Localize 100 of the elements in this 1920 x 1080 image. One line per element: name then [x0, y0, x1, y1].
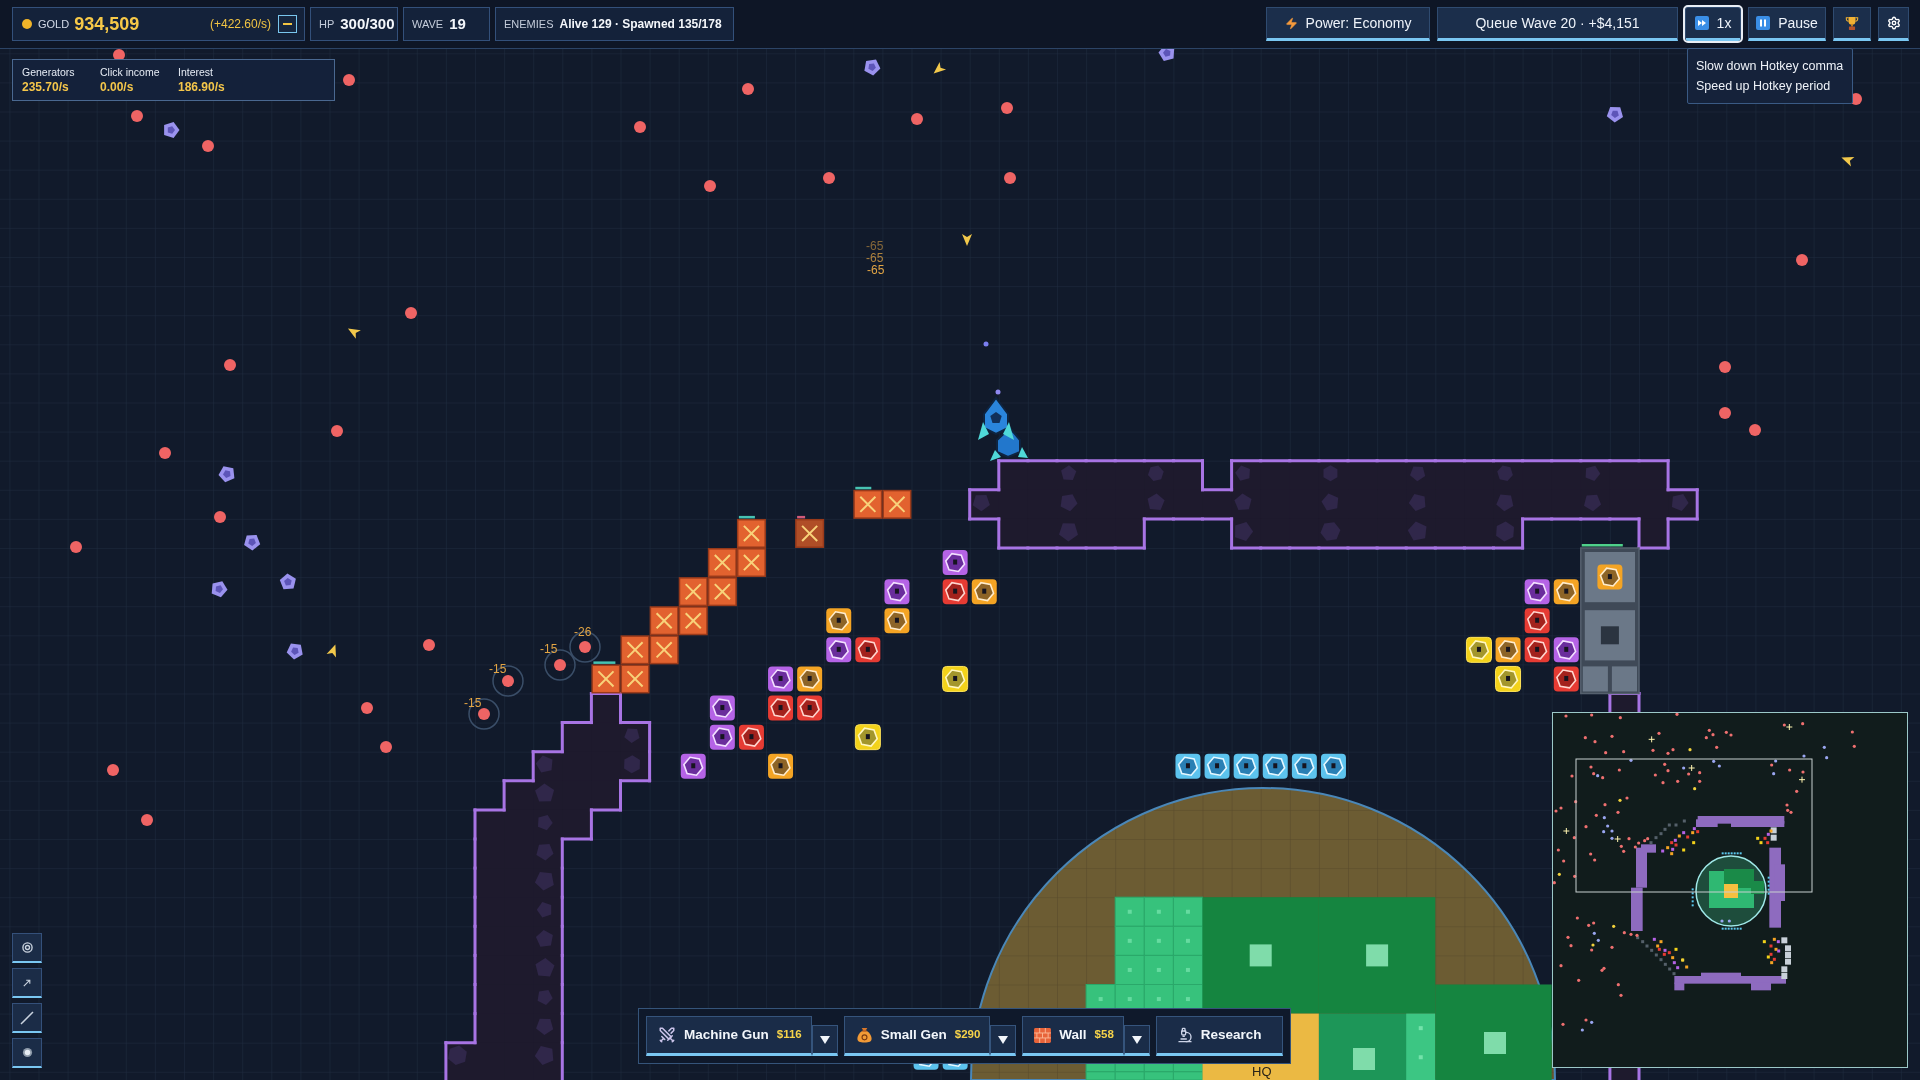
health-bar — [738, 515, 755, 519]
pentagon-enemy — [1606, 107, 1623, 123]
enemy-dot — [331, 425, 343, 437]
turret-tile — [1524, 637, 1550, 663]
wall-tile — [649, 635, 679, 665]
health-bar — [593, 661, 616, 664]
currency-label: GOLD — [38, 16, 70, 32]
turret-tile — [854, 724, 881, 751]
enemy-dot — [634, 121, 646, 133]
power-mode-button[interactable]: Power: Economy — [1266, 7, 1430, 41]
enemy-dot — [159, 447, 171, 459]
turret-tile — [1524, 579, 1550, 605]
currency-amount: 934,509 — [74, 12, 140, 36]
line-icon — [20, 1010, 34, 1025]
collapse-button[interactable] — [278, 15, 297, 33]
enemy-dot — [380, 741, 392, 753]
stat-value: Alive 129 · Spawned 135/178 — [559, 16, 722, 33]
enemy-dot — [478, 708, 490, 720]
turret-tile — [942, 579, 968, 605]
enemy-dot — [131, 110, 143, 122]
damage-number: -65 — [866, 240, 884, 252]
projectile-dot — [983, 341, 989, 347]
turret-tile — [1465, 636, 1492, 663]
health-bar — [1581, 544, 1623, 547]
money-bag-icon — [855, 1026, 873, 1044]
dropdown-button[interactable] — [1123, 1025, 1150, 1056]
tooltip-line: Speed up Hotkey period — [1696, 78, 1832, 95]
settings-button[interactable] — [1878, 7, 1909, 41]
damage-number: -26 — [574, 626, 592, 638]
turret-tile — [1524, 608, 1550, 634]
wall-tile — [620, 664, 650, 694]
turret-tile — [826, 637, 852, 663]
turret-tile — [1175, 753, 1201, 779]
crossed-swords-icon — [658, 1026, 676, 1044]
turret-tile — [1553, 637, 1579, 663]
enemy-dot — [141, 814, 153, 826]
small-gen-button[interactable]: Small Gen $290 — [843, 1016, 991, 1056]
turret-tile — [971, 579, 997, 605]
income-rate: (+422.60/s) — [209, 16, 271, 33]
speed-button[interactable]: 1x — [1685, 7, 1741, 41]
health-bar — [855, 486, 872, 490]
trophy-button[interactable] — [1833, 7, 1871, 41]
turret-tile — [942, 550, 968, 576]
damage-number: -65 — [867, 264, 885, 276]
wall-tile — [678, 606, 708, 636]
stat-label: ENEMIES — [504, 16, 554, 32]
arrowhead-enemy — [326, 644, 336, 658]
queue-wave-button[interactable]: Queue Wave 20 · +$4,151 — [1437, 7, 1678, 41]
dropdown-button[interactable] — [811, 1025, 838, 1056]
map-tool-button[interactable] — [12, 933, 42, 963]
turret-tile — [768, 695, 794, 721]
circle-dot-icon — [21, 1047, 33, 1058]
research-button[interactable]: Research — [1155, 1016, 1283, 1056]
enemy-dot — [823, 172, 835, 184]
pentagon-enemy — [864, 59, 881, 76]
income-value: 235.70/s — [22, 79, 70, 95]
wall-button[interactable]: Wall $58 — [1022, 1016, 1124, 1056]
pentagon-enemy — [164, 121, 180, 139]
tooltip-line: Slow down Hotkey comma — [1696, 58, 1844, 75]
map-tool-button[interactable] — [12, 968, 42, 998]
turret-tile — [942, 665, 969, 692]
damage-number: -15 — [489, 663, 507, 675]
turret-tile — [884, 579, 910, 605]
enemy-dot — [1004, 172, 1016, 184]
wall-tile — [736, 518, 766, 548]
damage-number: -65 — [866, 252, 884, 264]
enemy-dot — [70, 541, 82, 553]
enemy-dot — [1749, 424, 1761, 436]
wall-tile — [853, 489, 883, 519]
caret-down-icon — [998, 1035, 1009, 1044]
arrowhead-enemy — [933, 61, 947, 74]
dropdown-button[interactable] — [990, 1025, 1017, 1056]
pause-icon — [1756, 16, 1771, 30]
minimap-drawing[interactable] — [1552, 712, 1908, 1068]
spaceship — [978, 396, 1028, 461]
pentagon-enemy — [244, 534, 261, 551]
brick-wall-icon — [1034, 1027, 1052, 1043]
enemy-dot — [107, 764, 119, 776]
pentagon-enemy — [211, 581, 228, 598]
wall-tile — [882, 489, 912, 519]
stat-value: 19 — [449, 13, 466, 34]
wall-tile — [620, 635, 650, 665]
income-value: 186.90/s — [178, 79, 225, 95]
arrow-icon — [23, 978, 31, 987]
projectile-dot — [995, 389, 1001, 395]
settings-icon — [1886, 16, 1901, 30]
machine-gun-button[interactable]: Machine Gun $116 — [646, 1016, 812, 1056]
enemy-dot — [742, 83, 754, 95]
wall-tile — [707, 548, 737, 578]
stat-label: HP — [319, 16, 335, 32]
map-tool-button[interactable] — [12, 1003, 42, 1033]
map-tool-button[interactable] — [12, 1038, 42, 1068]
enemy-dot — [1001, 102, 1013, 114]
wall-tile — [707, 577, 737, 607]
fast-forward-icon — [1694, 16, 1709, 30]
turret-tile — [797, 666, 823, 692]
damage-number: -15 — [540, 643, 558, 655]
pentagon-enemy — [218, 466, 235, 483]
pause-button[interactable]: Pause — [1748, 7, 1826, 41]
wall-tile — [678, 577, 708, 607]
